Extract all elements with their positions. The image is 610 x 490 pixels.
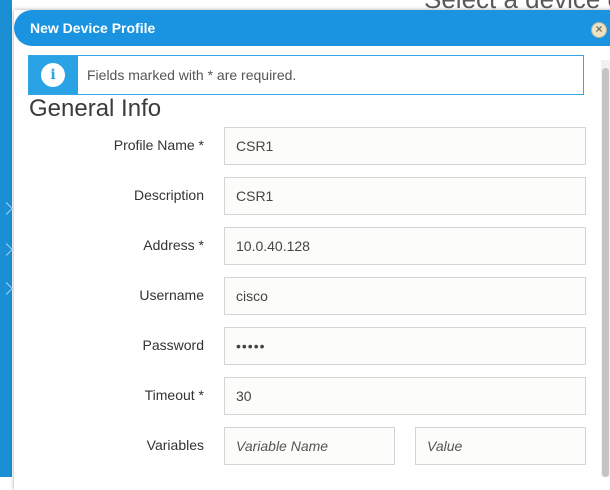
required-fields-notice: i Fields marked with * are required.	[28, 55, 584, 95]
password-label: Password	[142, 337, 204, 353]
info-icon: i	[41, 63, 65, 87]
dialog-header: New Device Profile	[14, 10, 610, 46]
address-label: Address *	[143, 237, 204, 253]
chevron-icon	[0, 202, 13, 215]
variables-label: Variables	[146, 437, 204, 453]
profile-name-label: Profile Name *	[113, 137, 204, 153]
timeout-input[interactable]	[224, 377, 586, 415]
variable-name-input[interactable]	[224, 427, 395, 465]
description-label: Description	[133, 187, 204, 203]
chevron-icon	[0, 282, 13, 295]
dialog-title: New Device Profile	[30, 20, 156, 36]
description-input[interactable]	[224, 177, 586, 215]
section-title: General Info	[29, 95, 162, 122]
chevron-icon	[0, 243, 13, 256]
notice-text: Fields marked with * are required.	[87, 67, 297, 83]
password-input[interactable]	[224, 327, 586, 365]
username-input[interactable]	[224, 277, 586, 315]
scrollbar[interactable]	[601, 60, 610, 477]
address-input[interactable]	[224, 227, 586, 265]
background-sidebar	[0, 0, 13, 477]
notice-icon-box: i	[29, 56, 78, 94]
new-device-profile-dialog: New Device Profile × i Fields marked wit…	[14, 10, 610, 490]
variable-value-input[interactable]	[415, 427, 586, 465]
username-label: Username	[139, 287, 204, 303]
profile-name-input[interactable]	[224, 127, 586, 165]
scrollbar-thumb[interactable]	[602, 68, 609, 477]
close-icon[interactable]: ×	[591, 22, 607, 38]
timeout-label: Timeout *	[144, 387, 204, 403]
